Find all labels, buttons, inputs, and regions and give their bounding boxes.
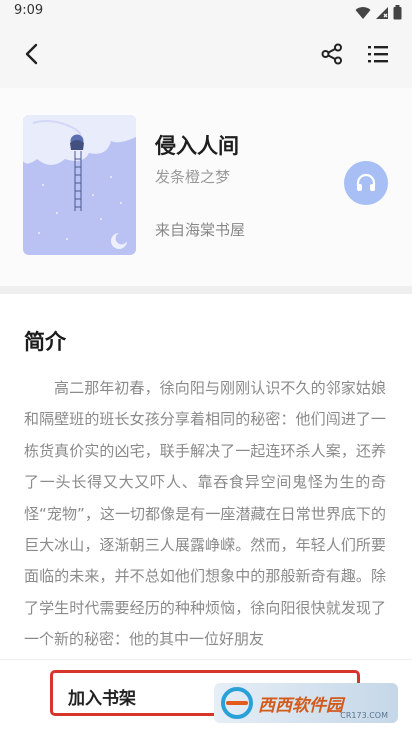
headphones-icon	[356, 173, 376, 191]
book-author[interactable]: 发条橙之梦	[155, 166, 230, 187]
status-icons	[355, 5, 402, 20]
book-source: 来自海棠书屋	[155, 221, 246, 239]
battery-icon	[393, 5, 402, 20]
watermark-text: 西西软件园	[258, 695, 343, 716]
bottom-bar: 加入书架 西西软件园 CR173.COM	[0, 659, 412, 732]
toolbar	[0, 24, 412, 88]
intro-text: 高二那年初春，徐向阳与刚刚认识不久的邻家姑娘和隔壁班的班长女孩分享着相同的秘密：…	[24, 379, 386, 649]
status-bar: 9:09	[0, 0, 412, 24]
book-cover[interactable]	[23, 115, 136, 255]
back-arrow-icon	[25, 43, 38, 65]
back-button[interactable]	[12, 34, 52, 74]
watermark-subtext: CR173.COM	[340, 711, 388, 720]
book-header: 侵入人间 发条橙之梦 来自海棠书屋	[0, 88, 412, 286]
signal-icon	[376, 6, 388, 19]
share-icon	[321, 43, 342, 65]
share-button[interactable]	[312, 34, 352, 74]
watermark-logo-icon	[221, 687, 253, 719]
catalog-menu-icon	[368, 46, 388, 63]
intro-heading: 简介	[24, 330, 66, 354]
section-divider	[0, 286, 412, 294]
listen-button[interactable]	[344, 161, 388, 205]
watermark: 西西软件园 CR173.COM	[214, 683, 398, 723]
status-time: 9:09	[14, 3, 44, 18]
wifi-icon	[355, 6, 371, 19]
cover-illustration	[23, 115, 136, 255]
catalog-menu-button[interactable]	[358, 34, 398, 74]
add-to-shelf-label: 加入书架	[68, 689, 136, 709]
book-title: 侵入人间	[155, 134, 239, 158]
